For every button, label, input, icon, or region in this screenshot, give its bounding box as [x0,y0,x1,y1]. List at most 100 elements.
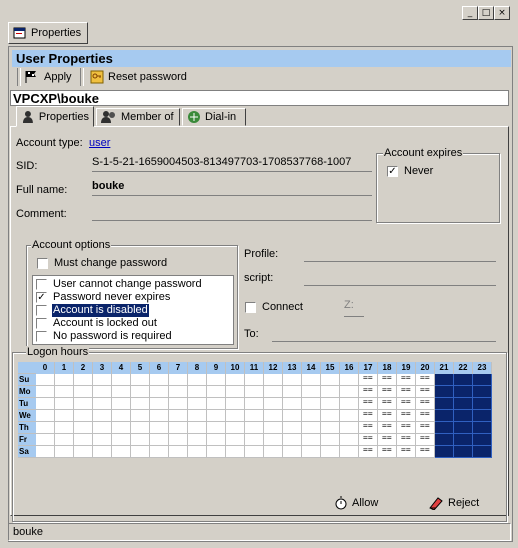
hour-cell[interactable] [188,410,207,422]
hour-cell[interactable] [359,445,378,458]
hour-cell[interactable] [473,446,492,458]
hour-header[interactable]: 15 [321,362,340,374]
hour-cell[interactable] [55,410,74,422]
hour-header[interactable]: 23 [473,362,492,374]
hour-cell[interactable] [454,446,473,458]
hour-cell[interactable] [150,434,169,446]
drive-select[interactable]: Z: [344,299,354,311]
hour-header[interactable]: 5 [131,362,150,374]
day-header[interactable]: Su [18,374,36,386]
option-checkbox[interactable] [36,279,47,290]
hour-cell[interactable] [112,386,131,398]
hour-header[interactable]: 2 [74,362,93,374]
hour-cell[interactable] [93,374,112,386]
hour-cell[interactable] [188,386,207,398]
day-header[interactable]: Th [18,422,36,434]
hour-cell[interactable] [245,374,264,386]
hour-cell[interactable] [473,422,492,434]
hour-cell[interactable] [93,410,112,422]
hour-cell[interactable] [226,410,245,422]
to-field[interactable] [272,341,496,342]
hour-header[interactable]: 7 [169,362,188,374]
hour-cell[interactable] [112,422,131,434]
hour-cell[interactable] [36,446,55,458]
minimize-button[interactable]: _ [462,6,478,20]
hour-cell[interactable] [340,422,359,434]
hour-cell[interactable] [454,410,473,422]
hour-cell[interactable] [169,446,188,458]
hour-cell[interactable] [264,434,283,446]
hour-cell[interactable] [207,398,226,410]
hour-header[interactable]: 21 [435,362,454,374]
hour-cell[interactable] [264,446,283,458]
hour-cell[interactable] [264,398,283,410]
reset-password-button[interactable]: Reset password [90,68,187,86]
hour-cell[interactable] [245,422,264,434]
hour-cell[interactable] [435,422,454,434]
hour-cell[interactable] [321,446,340,458]
hour-cell[interactable] [207,386,226,398]
hour-cell[interactable] [245,446,264,458]
hour-cell[interactable] [93,446,112,458]
hour-cell[interactable] [207,422,226,434]
hour-cell[interactable] [131,434,150,446]
hour-cell[interactable] [283,410,302,422]
hour-cell[interactable] [188,374,207,386]
hour-cell[interactable] [226,434,245,446]
hour-header[interactable]: 13 [283,362,302,374]
hour-cell[interactable] [245,434,264,446]
day-header[interactable]: Mo [18,386,36,398]
hour-cell[interactable] [74,422,93,434]
hour-cell[interactable] [169,434,188,446]
hour-cell[interactable] [36,410,55,422]
hour-cell[interactable] [169,398,188,410]
hour-cell[interactable] [36,386,55,398]
hour-cell[interactable] [93,386,112,398]
hour-cell[interactable] [55,446,74,458]
hour-cell[interactable] [321,374,340,386]
hour-cell[interactable] [112,434,131,446]
hour-cell[interactable] [55,386,74,398]
hour-cell[interactable] [74,398,93,410]
hour-cell[interactable] [150,398,169,410]
hour-cell[interactable] [169,410,188,422]
hour-cell[interactable] [150,410,169,422]
day-header[interactable]: Tu [18,398,36,410]
hour-cell[interactable] [131,398,150,410]
hour-header[interactable]: 6 [150,362,169,374]
connect-checkbox[interactable] [245,302,256,313]
hour-cell[interactable] [226,374,245,386]
option-checkbox[interactable] [36,318,47,329]
hour-cell[interactable] [188,398,207,410]
hour-cell[interactable] [264,410,283,422]
hour-cell[interactable] [340,410,359,422]
hour-cell[interactable] [207,410,226,422]
hour-header[interactable]: 11 [245,362,264,374]
comment-field[interactable] [92,205,372,219]
hour-cell[interactable] [188,446,207,458]
hour-cell[interactable] [207,434,226,446]
hour-header[interactable]: 1 [55,362,74,374]
hour-cell[interactable] [321,398,340,410]
hour-cell[interactable] [378,445,397,458]
hour-cell[interactable] [245,386,264,398]
hour-cell[interactable] [435,434,454,446]
hour-cell[interactable] [150,374,169,386]
list-item[interactable]: No password is required [34,330,232,343]
hour-cell[interactable] [226,446,245,458]
account-type-value[interactable]: user [89,137,110,149]
hour-cell[interactable] [55,398,74,410]
hour-cell[interactable] [131,410,150,422]
hour-cell[interactable] [454,386,473,398]
option-checkbox[interactable] [36,331,47,342]
list-item[interactable]: Account is disabled [34,303,232,318]
hour-cell[interactable] [188,434,207,446]
hour-cell[interactable] [416,445,435,458]
fullname-field[interactable]: bouke [92,180,124,192]
hour-header[interactable]: 3 [93,362,112,374]
hour-cell[interactable] [473,410,492,422]
day-header[interactable]: We [18,410,36,422]
hour-header[interactable]: 4 [112,362,131,374]
hour-cell[interactable] [264,374,283,386]
hour-cell[interactable] [473,398,492,410]
